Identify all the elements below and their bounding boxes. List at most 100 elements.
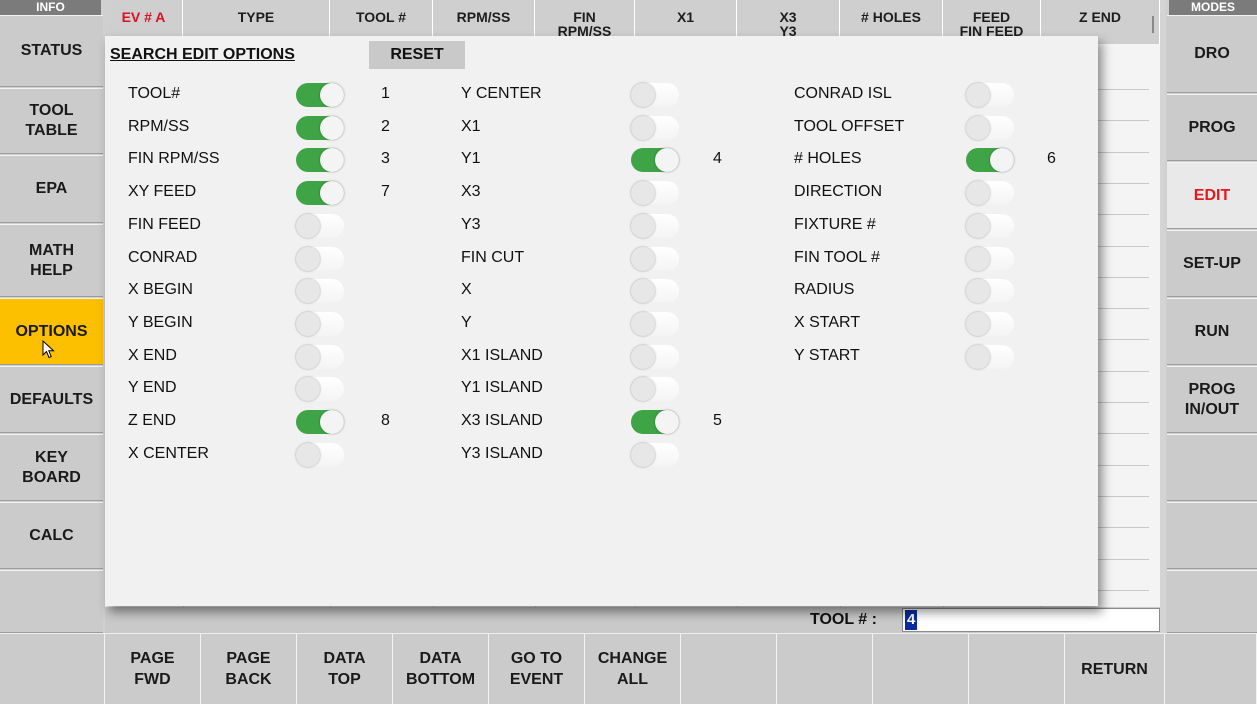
table-scrollbar[interactable]: [1152, 16, 1154, 33]
toggle-knob: [296, 311, 320, 336]
mode-btn-blank-6: [1167, 434, 1257, 501]
toggle-y-begin[interactable]: [296, 311, 344, 336]
softkey-data-top[interactable]: DATA TOP: [297, 634, 393, 704]
toggle-fin-cut[interactable]: [631, 246, 679, 271]
info-btn-tool-table[interactable]: TOOL TABLE: [0, 88, 103, 154]
toggle-radius[interactable]: [966, 279, 1014, 304]
info-btn-blank-8: [0, 570, 103, 633]
toggle-x1-island[interactable]: [631, 344, 679, 369]
search-edit-options-dialog: SEARCH EDIT OPTIONS RESET TOOL# 1 RPM/SS 2 F…: [105, 36, 1098, 606]
search-order-number: 4: [713, 150, 722, 168]
info-btn-calc[interactable]: CALC: [0, 502, 103, 569]
toggle-x[interactable]: [631, 279, 679, 304]
toggle-conrad[interactable]: [296, 246, 344, 271]
mode-btn-dro[interactable]: DRO: [1167, 15, 1257, 93]
toggle-knob: [631, 213, 655, 238]
search-order-number: 5: [713, 412, 722, 429]
option-label-fin-tool-num: FIN TOOL #: [794, 248, 880, 266]
mode-btn-set-up[interactable]: SET-UP: [1167, 230, 1257, 297]
search-order-number: 3: [381, 150, 390, 168]
toggle-x3-island[interactable]: [631, 410, 679, 434]
reset-button[interactable]: RESET: [369, 41, 465, 69]
option-label-x-center: X CENTER: [128, 444, 209, 462]
toggle-knob: [631, 344, 655, 369]
toggle-x1[interactable]: [631, 115, 679, 140]
toggle-y1[interactable]: [631, 148, 679, 173]
softkey-return[interactable]: RETURN: [1065, 634, 1165, 704]
toggle-x-begin[interactable]: [296, 279, 344, 304]
toggle-x3[interactable]: [631, 181, 679, 206]
option-label-y1-island: Y1 ISLAND: [461, 379, 543, 397]
info-panel-header: INFO: [0, 0, 101, 15]
toggle-knob: [320, 410, 344, 434]
toggle-tool-offset[interactable]: [966, 115, 1014, 140]
toggle-knob: [966, 115, 990, 140]
toggle-z-end[interactable]: [296, 410, 344, 434]
option-label-xy-feed: XY FEED: [128, 183, 197, 201]
softkey-blank-7: [681, 634, 777, 704]
toggle-y-end[interactable]: [296, 377, 344, 402]
tool-number-input[interactable]: 4: [902, 608, 1160, 632]
toggle-y3-island[interactable]: [631, 442, 679, 467]
toggle-y-center[interactable]: [631, 83, 679, 107]
mode-btn-prog[interactable]: PROG: [1167, 94, 1257, 161]
toggle-fin-feed[interactable]: [296, 213, 344, 238]
toggle-direction[interactable]: [966, 181, 1014, 206]
toggle-num-holes[interactable]: [966, 148, 1014, 173]
mode-btn-edit[interactable]: EDIT: [1167, 162, 1257, 229]
option-label-y-begin: Y BEGIN: [128, 313, 193, 331]
toggle-y3[interactable]: [631, 213, 679, 238]
option-label-x-start: X START: [794, 313, 861, 331]
info-btn-math-help[interactable]: MATH HELP: [0, 224, 103, 297]
toggle-knob: [966, 344, 990, 369]
mode-btn-blank-8: [1167, 570, 1257, 633]
option-label-rpm-ss: RPM/SS: [128, 117, 190, 135]
softkey-page-fwd[interactable]: PAGE FWD: [105, 634, 201, 704]
option-label-conrad: CONRAD: [128, 248, 198, 266]
toggle-knob: [655, 410, 679, 434]
toggle-y-start[interactable]: [966, 344, 1014, 369]
mode-btn-run[interactable]: RUN: [1167, 298, 1257, 365]
option-label-fin-rpm-ss: FIN RPM/SS: [128, 150, 220, 168]
mode-btn-prog-in-out[interactable]: PROG IN/OUT: [1167, 366, 1257, 433]
search-order-number: 2: [381, 117, 390, 135]
option-label-fixture-num: FIXTURE #: [794, 215, 876, 233]
toggle-knob: [990, 148, 1014, 173]
toggle-fixture-num[interactable]: [966, 213, 1014, 238]
toggle-rpm-ss[interactable]: [296, 115, 344, 140]
info-btn-key-board[interactable]: KEY BOARD: [0, 434, 103, 501]
option-label-tool-offset: TOOL OFFSET: [794, 117, 905, 135]
option-label-x-begin: X BEGIN: [128, 281, 193, 299]
option-label-x3-island: X3 ISLAND: [461, 412, 543, 429]
toggle-knob: [320, 148, 344, 173]
toggle-toolnum[interactable]: [296, 83, 344, 107]
info-btn-status[interactable]: STATUS: [0, 15, 103, 87]
toggle-y1-island[interactable]: [631, 377, 679, 402]
toggle-x-center[interactable]: [296, 442, 344, 467]
toggle-knob: [320, 181, 344, 206]
option-label-y-end: Y END: [128, 379, 177, 397]
toggle-y[interactable]: [631, 311, 679, 336]
softkey-change-all[interactable]: CHANGE ALL: [585, 634, 681, 704]
softkey-page-back[interactable]: PAGE BACK: [201, 634, 297, 704]
toggle-x-end[interactable]: [296, 344, 344, 369]
toggle-fin-rpm-ss[interactable]: [296, 148, 344, 173]
toggle-x-start[interactable]: [966, 311, 1014, 336]
softkey-blank-8: [777, 634, 873, 704]
option-label-y: Y: [461, 313, 472, 331]
softkey-blank-9: [873, 634, 969, 704]
toggle-fin-tool-num[interactable]: [966, 246, 1014, 271]
softkey-blank-10: [969, 634, 1065, 704]
toggle-conrad-isl[interactable]: [966, 83, 1014, 107]
option-label-x1: X1: [461, 117, 481, 135]
option-label-y1: Y1: [461, 150, 481, 168]
status-row: TOOL # : 4: [105, 607, 1160, 633]
toggle-xy-feed[interactable]: [296, 181, 344, 206]
softkey-go-to-event[interactable]: GO TO EVENT: [489, 634, 585, 704]
info-btn-epa[interactable]: EPA: [0, 155, 103, 223]
softkey-data-bottom[interactable]: DATA BOTTOM: [393, 634, 489, 704]
search-order-number: 8: [381, 412, 390, 429]
option-label-y3-island: Y3 ISLAND: [461, 444, 543, 462]
info-btn-defaults[interactable]: DEFAULTS: [0, 366, 103, 433]
option-label-fin-feed: FIN FEED: [128, 215, 201, 233]
